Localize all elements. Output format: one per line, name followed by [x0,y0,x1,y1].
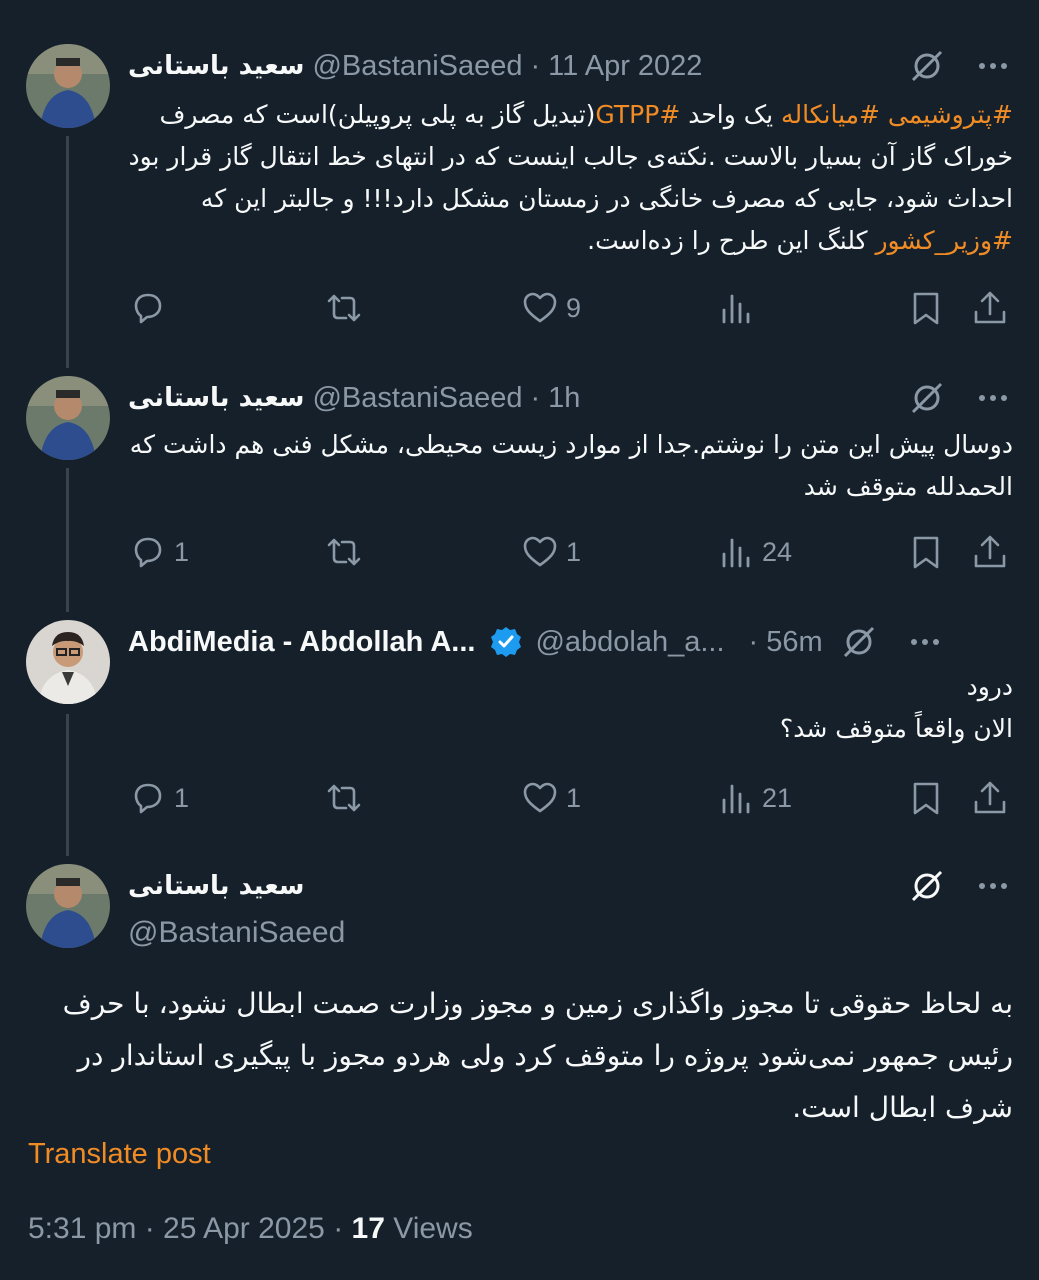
reply-count: 1 [174,536,190,567]
views-count: 24 [762,536,793,567]
like-icon [523,782,557,813]
bookmark-icon [913,292,939,325]
share-icon [974,291,1006,324]
like-icon [523,292,557,323]
bookmark-icon [913,536,939,569]
share-icon [974,781,1006,814]
retweet-icon [327,784,361,812]
text-segment: کلنگ این طرح را زده‌است. [587,226,876,255]
post-meta: 5:31 pm · 25 Apr 2025 · 17 Views [28,1212,473,1246]
like-count: 1 [566,536,582,567]
like-count: 1 [566,782,582,813]
action-bar: 1 1 21 [128,776,1013,820]
translate-post-link[interactable]: Translate post [28,1138,211,1171]
hashtag[interactable]: #پتروشیمی #میانکاله [781,100,1013,129]
timestamp[interactable]: 56m [766,626,822,659]
views-count: 17 [351,1212,385,1245]
timestamp[interactable]: 1h [548,382,580,415]
reply-button[interactable] [128,288,324,328]
views-icon [722,784,750,814]
reply-icon [134,783,162,814]
grok-icon[interactable] [909,868,945,904]
bookmark-button[interactable] [906,288,970,328]
text-segment: یک واحد [680,100,782,129]
views-count: 21 [762,782,793,813]
bookmark-icon [913,782,939,815]
timestamp[interactable]: 11 Apr 2022 [548,50,702,83]
more-icon[interactable] [975,868,1011,904]
bookmark-button[interactable] [906,778,970,818]
like-count: 9 [566,292,582,323]
retweet-button[interactable] [324,288,520,328]
retweet-button[interactable] [324,532,520,572]
action-bar: 1 1 24 [128,530,1013,574]
display-name[interactable]: سعید باستانی [128,383,304,413]
separator-dot: · [530,381,541,414]
reply-count: 1 [174,782,190,813]
post-timestamp[interactable]: 5:31 pm · 25 Apr 2025 · [28,1212,352,1245]
handle[interactable]: @BastaniSaeed [128,916,1011,950]
retweet-button[interactable] [324,778,520,818]
views-icon [722,294,750,324]
more-icon[interactable] [907,624,943,660]
like-button[interactable]: 9 [520,288,716,328]
verified-icon[interactable] [489,625,523,659]
reply-button[interactable]: 1 [128,532,324,572]
like-button[interactable]: 1 [520,532,716,572]
handle[interactable]: @BastaniSaeed [312,382,522,415]
more-icon[interactable] [975,380,1011,416]
views-button[interactable]: 24 [716,532,906,572]
thread-line [66,136,69,368]
grok-icon[interactable] [909,380,945,416]
like-icon [523,536,557,567]
tweet-text-line: درود [966,672,1013,701]
views-button[interactable]: 21 [716,778,906,818]
grok-icon[interactable] [909,48,945,84]
display-name[interactable]: سعید باستانی [128,51,304,81]
share-button[interactable] [970,288,1010,328]
more-icon[interactable] [975,48,1011,84]
display-name[interactable]: سعید باستانی [128,871,304,901]
bookmark-button[interactable] [906,532,970,572]
share-button[interactable] [970,532,1010,572]
handle[interactable]: @abdolah_a... [535,626,724,659]
post-detail-page: سعید باستانی @BastaniSaeed · 11 Apr 2022… [0,0,1039,1280]
separator-dot: · [748,625,759,658]
tweet-text: دوسال پیش این متن را نوشتم.جدا از موارد … [129,430,1013,501]
like-button[interactable]: 1 [520,778,716,818]
avatar[interactable] [26,376,110,460]
tweet-text-line: الان واقعاً متوقف شد؟ [779,714,1013,743]
reply-button[interactable]: 1 [128,778,324,818]
separator-dot: · [530,49,541,82]
display-name[interactable]: AbdiMedia - Abdollah A... [128,626,475,659]
reply-icon [134,293,162,324]
avatar[interactable] [26,864,110,948]
tweet-text: #پتروشیمی #میانکاله یک واحد #GTPP(تبدیل … [128,94,1013,262]
retweet-icon [327,294,361,322]
action-bar: 9 [128,286,1013,330]
share-button[interactable] [970,778,1010,818]
handle[interactable]: @BastaniSaeed [312,50,522,83]
hashtag[interactable]: #GTPP [595,100,680,129]
views-button[interactable] [716,288,906,328]
avatar[interactable] [26,620,110,704]
tweet-text: درود الان واقعاً متوقف شد؟ [128,666,1013,750]
share-icon [974,535,1006,568]
tweet-text: به لحاظ حقوقی تا مجوز واگذاری زمین و مجو… [62,987,1013,1124]
avatar[interactable] [26,44,110,128]
retweet-icon [327,538,361,566]
views-icon [722,538,750,568]
grok-icon[interactable] [841,624,877,660]
thread-line [66,714,69,856]
reply-icon [134,537,162,568]
hashtag[interactable]: #وزیر_کشور [875,226,1013,255]
views-label: Views [384,1212,473,1245]
thread-line [66,468,69,612]
